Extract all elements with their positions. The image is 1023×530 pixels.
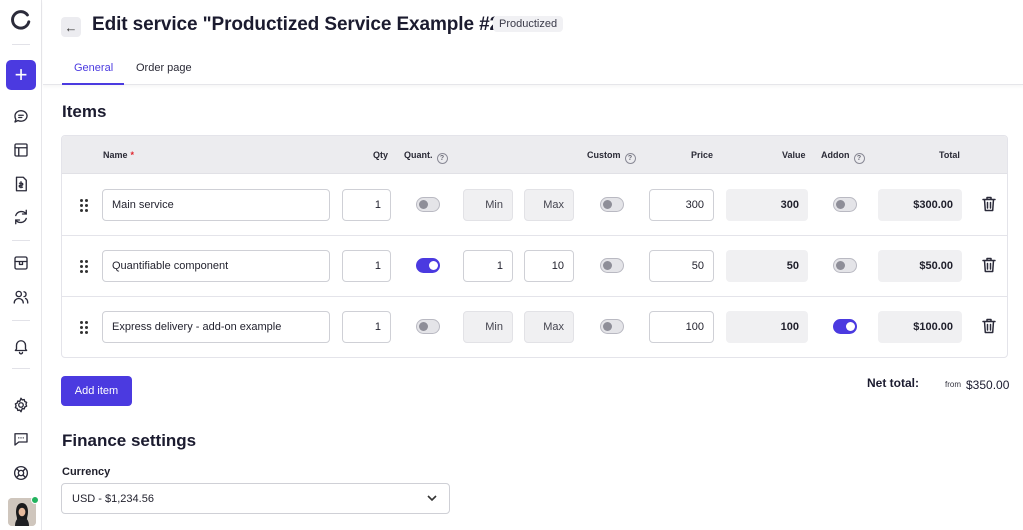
sidebar-divider — [12, 240, 30, 241]
column-header-custom: Custom? — [587, 150, 636, 164]
trash-icon[interactable] — [982, 318, 996, 334]
column-header-quant: Quant.? — [404, 150, 448, 164]
toggle-knob — [429, 261, 438, 270]
drag-handle-icon[interactable] — [80, 199, 88, 212]
column-header-value: Value — [782, 150, 806, 160]
column-header-qty: Qty — [373, 150, 389, 160]
toggle-knob — [603, 322, 612, 331]
quantifiable-toggle[interactable] — [416, 319, 440, 334]
service-type-badge: Productized — [493, 16, 564, 32]
min-input[interactable]: Min — [463, 189, 513, 221]
max-input[interactable]: Max — [524, 189, 574, 221]
max-input[interactable]: 10 — [524, 250, 574, 282]
min-input[interactable]: 1 — [463, 250, 513, 282]
bell-icon[interactable] — [8, 333, 34, 359]
sidebar-divider — [12, 44, 30, 45]
quantifiable-toggle[interactable] — [416, 258, 440, 273]
help-icon[interactable]: ? — [624, 153, 636, 164]
net-total-label: Net total: — [867, 376, 919, 390]
help-icon[interactable] — [8, 460, 34, 486]
max-input[interactable]: Max — [524, 311, 574, 343]
drag-handle-icon[interactable] — [80, 260, 88, 273]
value-readout: 50 — [726, 250, 808, 282]
sidebar-divider — [12, 368, 30, 369]
value-readout: 100 — [726, 311, 808, 343]
active-tab-indicator — [62, 83, 124, 85]
chat-icon[interactable] — [8, 103, 34, 129]
column-header-price: Price — [691, 150, 714, 160]
tab-general[interactable]: General — [74, 62, 113, 74]
item-name-input[interactable]: Express delivery - add-on example — [102, 311, 330, 343]
tab-order-page[interactable]: Order page — [136, 62, 192, 74]
finance-section-title: Finance settings — [62, 431, 197, 450]
quantifiable-toggle[interactable] — [416, 197, 440, 212]
items-table: Name * Qty Quant.? Custom? Price Value Ad… — [61, 135, 1008, 358]
toggle-knob — [603, 261, 612, 270]
help-icon[interactable]: ? — [436, 153, 448, 164]
page-title: Edit service "Productized Service Exampl… — [92, 14, 509, 35]
back-button[interactable]: ← — [61, 17, 81, 37]
item-name-input[interactable]: Main service — [102, 189, 330, 221]
qty-input[interactable]: 1 — [342, 311, 391, 343]
custom-toggle[interactable] — [600, 197, 624, 212]
table-row: Express delivery - add-on example 1 Min … — [62, 296, 1007, 357]
net-total-value: $350.00 — [966, 378, 1010, 392]
addon-toggle[interactable] — [833, 319, 857, 334]
sidebar-divider — [12, 320, 30, 321]
items-table-header: Name * Qty Quant.? Custom? Price Value Ad… — [62, 136, 1007, 174]
table-row: Main service 1 Min Max 300 300 $300.00 — [62, 174, 1007, 236]
toggle-knob — [419, 322, 428, 331]
row-total: $300.00 — [878, 189, 962, 221]
required-marker: * — [130, 150, 135, 160]
toggle-knob — [836, 261, 845, 270]
arrow-left-icon: ← — [64, 19, 78, 35]
price-input[interactable]: 100 — [649, 311, 714, 343]
custom-toggle[interactable] — [600, 258, 624, 273]
sidebar: + — [0, 0, 42, 530]
help-icon[interactable]: ? — [853, 153, 865, 164]
toggle-knob — [846, 322, 855, 331]
column-header-total: Total — [939, 150, 960, 160]
store-icon[interactable] — [8, 250, 34, 276]
logo-icon[interactable] — [8, 7, 34, 33]
chevron-down-icon — [427, 493, 437, 503]
add-item-button[interactable]: Add item — [61, 376, 132, 406]
qty-input[interactable]: 1 — [342, 250, 391, 282]
row-total: $100.00 — [878, 311, 962, 343]
layout-icon[interactable] — [8, 137, 34, 163]
add-button[interactable]: + — [6, 60, 36, 90]
items-section-title: Items — [62, 102, 107, 121]
currency-label: Currency — [62, 466, 111, 478]
toggle-knob — [836, 200, 845, 209]
column-header-addon: Addon? — [821, 150, 865, 164]
message-icon[interactable] — [8, 426, 34, 452]
min-input[interactable]: Min — [463, 311, 513, 343]
custom-toggle[interactable] — [600, 319, 624, 334]
toggle-knob — [419, 200, 428, 209]
trash-icon[interactable] — [982, 196, 996, 212]
qty-input[interactable]: 1 — [342, 189, 391, 221]
online-status-dot — [31, 496, 39, 504]
price-input[interactable]: 300 — [649, 189, 714, 221]
currency-select[interactable]: USD - $1,234.56 — [61, 483, 450, 514]
table-row: Quantifiable component 1 1 10 50 50 $50.… — [62, 235, 1007, 297]
invoice-icon[interactable] — [8, 171, 34, 197]
price-input[interactable]: 50 — [649, 250, 714, 282]
gear-icon[interactable] — [8, 392, 34, 418]
addon-toggle[interactable] — [833, 197, 857, 212]
row-total: $50.00 — [878, 250, 962, 282]
addon-toggle[interactable] — [833, 258, 857, 273]
value-readout: 300 — [726, 189, 808, 221]
column-header-name: Name * — [103, 150, 135, 160]
drag-handle-icon[interactable] — [80, 321, 88, 334]
net-total-prefix: from — [945, 380, 961, 389]
toggle-knob — [603, 200, 612, 209]
trash-icon[interactable] — [982, 257, 996, 273]
currency-value: USD - $1,234.56 — [72, 492, 154, 505]
page-header: ← Edit service "Productized Service Exam… — [43, 0, 1023, 85]
refresh-icon[interactable] — [8, 204, 34, 230]
item-name-input[interactable]: Quantifiable component — [102, 250, 330, 282]
users-icon[interactable] — [8, 284, 34, 310]
